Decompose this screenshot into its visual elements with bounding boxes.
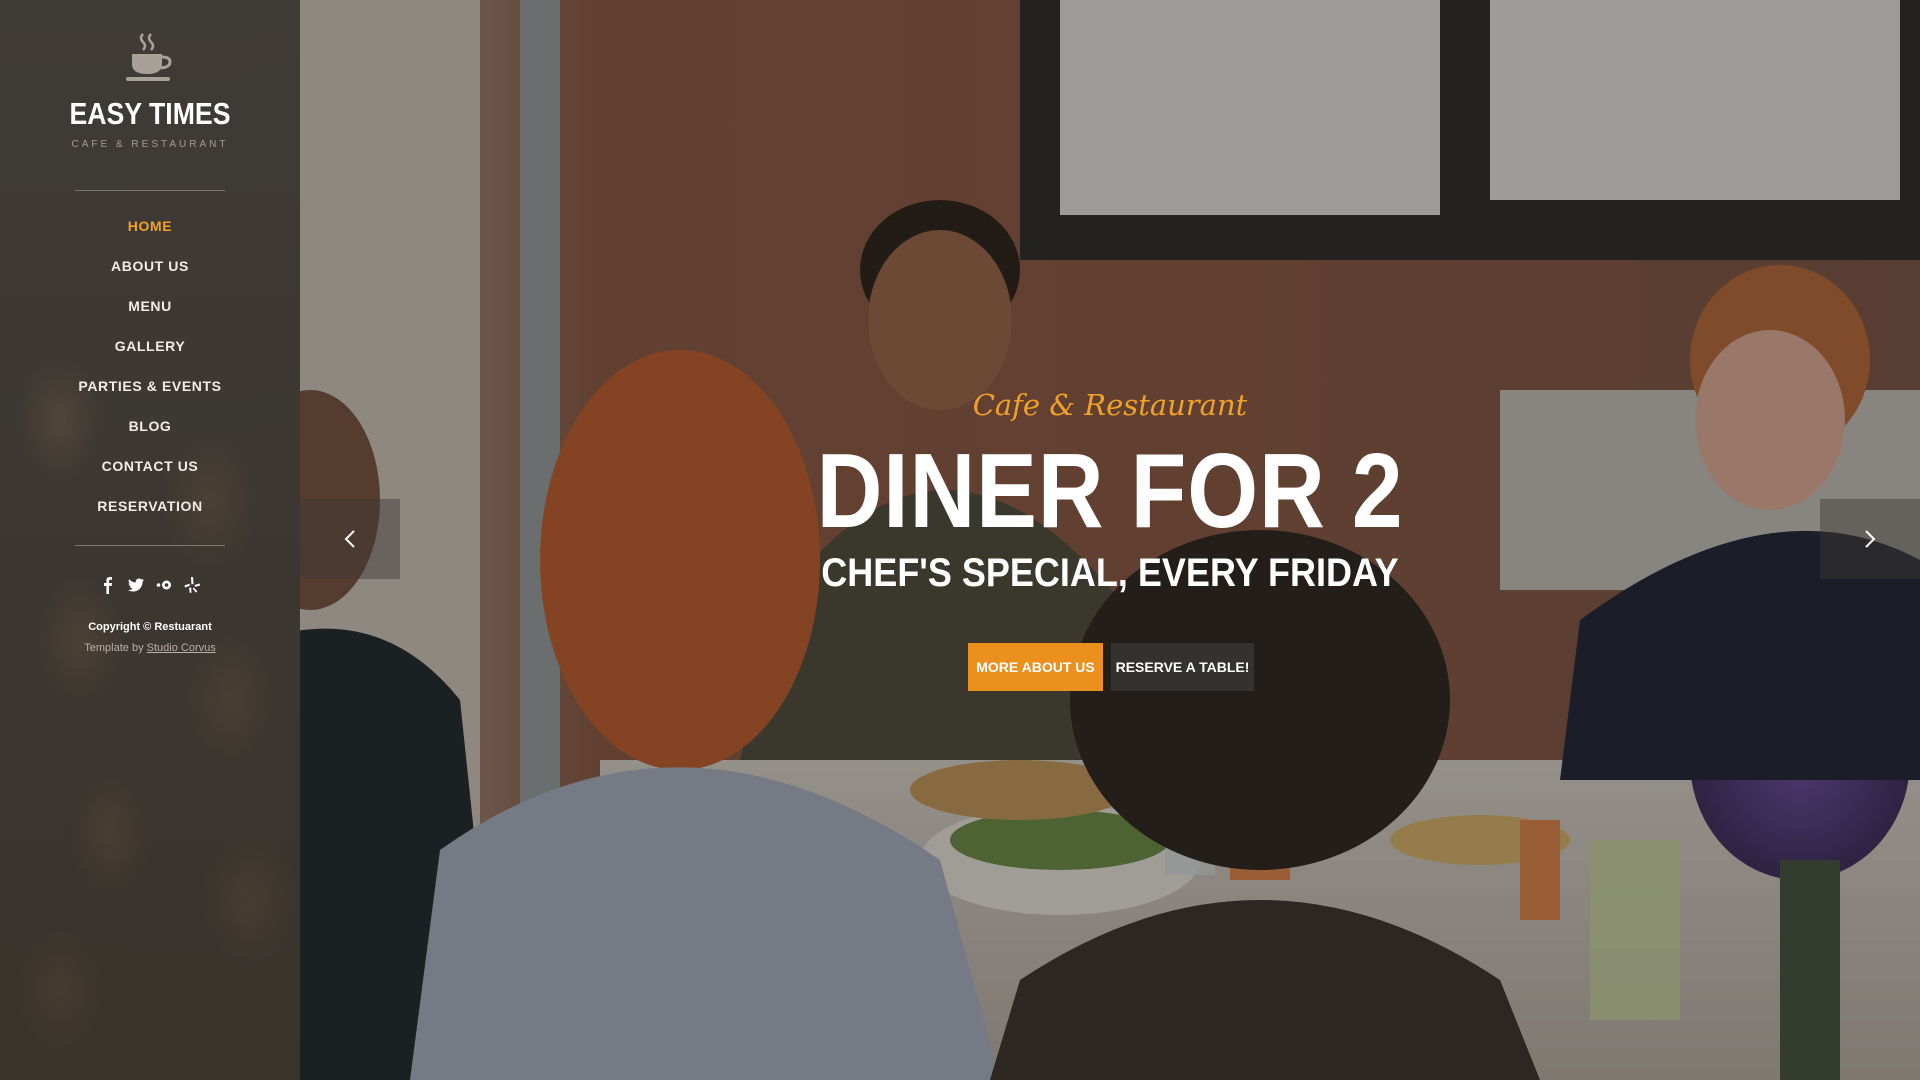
reserve-table-button[interactable]: RESERVE A TABLE!	[1111, 643, 1254, 691]
nav-item-about-us[interactable]: ABOUT US	[0, 246, 300, 286]
studio-corvus-link[interactable]: Studio Corvus	[147, 642, 216, 654]
hero-subheadline: CHEF'S SPECIAL, EVERY FRIDAY	[821, 551, 1399, 595]
facebook-icon[interactable]	[99, 576, 117, 594]
credit-prefix: Template by	[84, 642, 147, 654]
nav-item-reservation[interactable]: RESERVATION	[0, 486, 300, 526]
main-nav: HOME ABOUT US MENU GALLERY PARTIES & EVE…	[0, 206, 300, 526]
nav-item-gallery[interactable]: GALLERY	[0, 326, 300, 366]
hero-headline: DINER FOR 2	[816, 432, 1404, 550]
nav-item-contact-us[interactable]: CONTACT US	[0, 446, 300, 486]
divider	[75, 190, 225, 191]
hero-script-title: Cafe & Restaurant	[972, 388, 1248, 422]
coffee-cup-icon	[126, 33, 172, 81]
brand-name[interactable]: EASY TIMES	[21, 96, 279, 132]
more-about-us-button[interactable]: MORE ABOUT US	[968, 643, 1103, 691]
yelp-icon[interactable]	[183, 576, 201, 594]
nav-item-menu[interactable]: MENU	[0, 286, 300, 326]
divider	[75, 545, 225, 546]
chevron-left-icon	[344, 530, 355, 548]
copyright-text: Copyright © Restuarant	[88, 621, 212, 633]
flickr-icon[interactable]	[155, 576, 173, 594]
chevron-right-icon	[1865, 530, 1876, 548]
hero-slider: Cafe & Restaurant DINER FOR 2 CHEF'S SPE…	[300, 0, 1920, 1080]
nav-item-home[interactable]: HOME	[0, 206, 300, 246]
brand-tagline: CAFE & RESTAURANT	[71, 139, 229, 150]
social-links	[0, 576, 300, 594]
twitter-icon[interactable]	[127, 576, 145, 594]
template-credit: Template by Studio Corvus	[0, 642, 300, 654]
sidebar: EASY TIMES CAFE & RESTAURANT HOME ABOUT …	[0, 0, 300, 1080]
nav-item-blog[interactable]: BLOG	[0, 406, 300, 446]
nav-item-parties-events[interactable]: PARTIES & EVENTS	[0, 366, 300, 406]
